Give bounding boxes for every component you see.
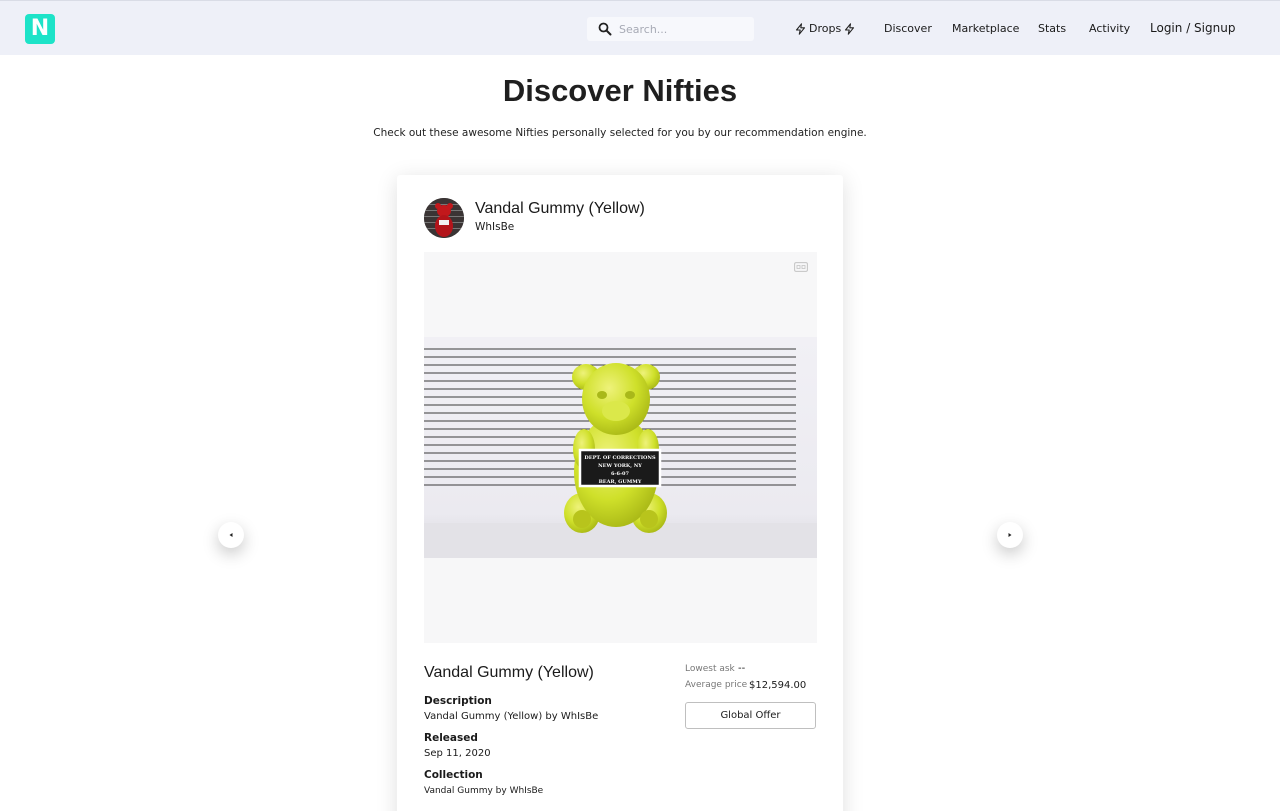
chevron-right-icon — [1008, 533, 1012, 537]
nav-discover[interactable]: Discover — [884, 22, 932, 35]
nifty-card: Vandal Gummy (Yellow) WhIsBe DEPT. OF CO… — [397, 175, 843, 811]
artist-avatar[interactable] — [424, 198, 464, 238]
lightning-icon — [795, 22, 806, 35]
avatar-image — [424, 198, 464, 238]
average-price-value: $12,594.00 — [749, 680, 807, 691]
carousel-prev-button[interactable] — [218, 522, 244, 548]
card-artist[interactable]: WhIsBe — [475, 221, 514, 233]
nifty-name: Vandal Gummy (Yellow) — [424, 664, 594, 681]
nav-login-signup[interactable]: Login / Signup — [1150, 21, 1235, 35]
artwork-sign-line-4: BEAR, GUMMY — [599, 479, 642, 485]
collection-value[interactable]: Vandal Gummy by WhIsBe — [424, 786, 543, 796]
nav-drops[interactable]: Drops — [795, 22, 855, 35]
collection-label: Collection — [424, 769, 483, 781]
lowest-ask-value: -- — [738, 663, 746, 674]
page-subtitle: Check out these awesome Nifties personal… — [373, 127, 867, 139]
closed-caption-icon[interactable] — [794, 262, 808, 272]
description-label: Description — [424, 695, 492, 707]
page-title: Discover Nifties — [502, 73, 738, 108]
global-offer-button[interactable]: Global Offer — [685, 702, 816, 729]
top-navbar: N Drops Discover Marketplace Stats Activ… — [0, 0, 1280, 55]
released-value: Sep 11, 2020 — [424, 748, 491, 759]
search-icon — [598, 22, 612, 36]
nifty-media[interactable]: DEPT. OF CORRECTIONS NEW YORK, NY 6-6-07… — [424, 252, 817, 643]
artwork-image: DEPT. OF CORRECTIONS NEW YORK, NY 6-6-07… — [424, 337, 817, 558]
search-bar[interactable] — [587, 17, 754, 41]
nav-marketplace[interactable]: Marketplace — [952, 22, 1019, 35]
nav-activity[interactable]: Activity — [1089, 22, 1130, 35]
logo-letter: N — [30, 16, 50, 41]
card-title[interactable]: Vandal Gummy (Yellow) — [475, 200, 645, 218]
description-value: Vandal Gummy (Yellow) by WhIsBe — [424, 711, 599, 722]
site-logo[interactable]: N — [25, 14, 55, 44]
artwork-sign-line-2: NEW YORK, NY — [598, 463, 642, 469]
lowest-ask-label: Lowest ask — [685, 664, 735, 674]
chevron-left-icon — [229, 533, 233, 537]
artwork-sign-line-3: 6-6-07 — [611, 471, 630, 477]
carousel-next-button[interactable] — [997, 522, 1023, 548]
average-price-label: Average price — [685, 680, 748, 690]
artwork-sign-line-1: DEPT. OF CORRECTIONS — [584, 455, 656, 461]
lightning-icon — [845, 22, 855, 35]
nav-stats[interactable]: Stats — [1038, 22, 1066, 35]
search-input[interactable] — [619, 22, 749, 36]
nav-drops-label: Drops — [809, 22, 842, 35]
released-label: Released — [424, 732, 478, 744]
